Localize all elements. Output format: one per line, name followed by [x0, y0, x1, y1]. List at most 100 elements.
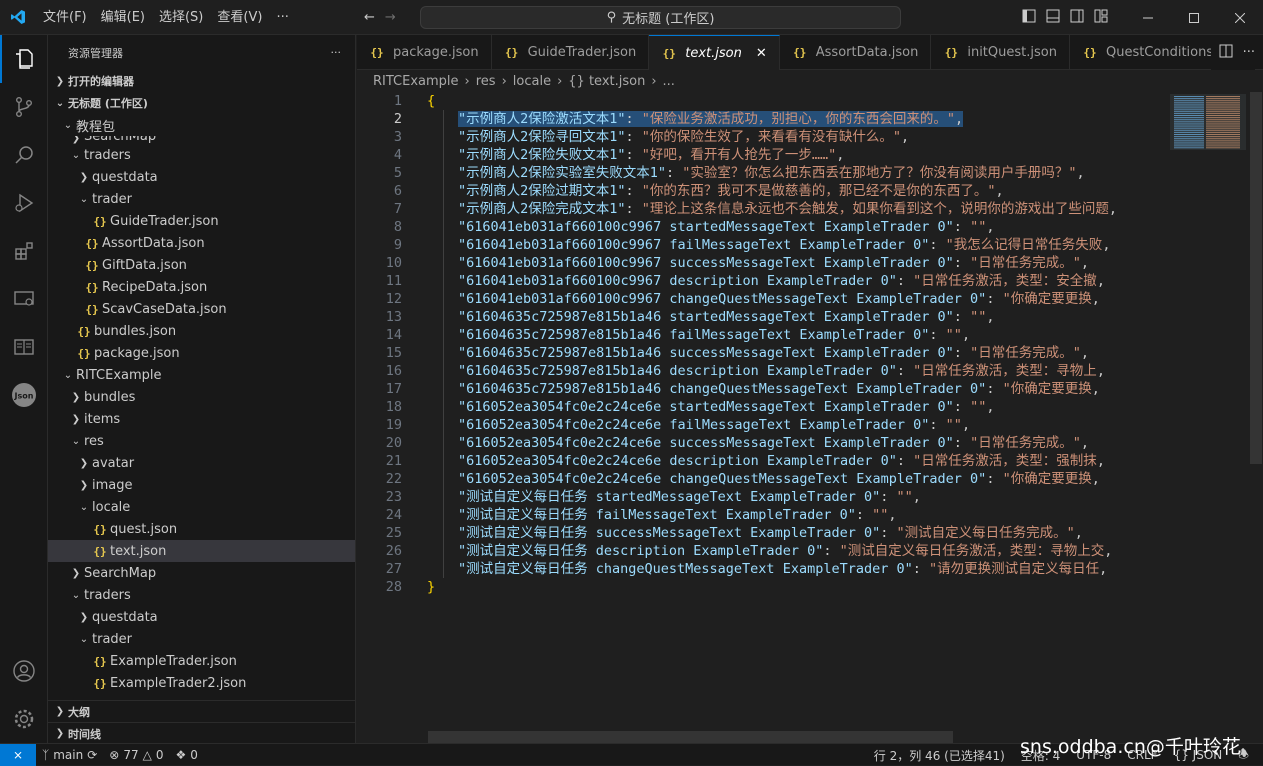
tab-label: AssortData.json [815, 45, 919, 60]
timeline-section[interactable]: ❯ 时间线 [48, 722, 355, 743]
remote-explorer-icon[interactable] [0, 275, 48, 323]
explorer-sidebar: 资源管理器 ··· ❯ 打开的编辑器 ⌄ 无标题 (工作区) ⌄ 教程包 ❯ Sear… [48, 35, 356, 743]
tree-folder-item[interactable]: ⌄ locale [48, 496, 355, 518]
open-editors-section[interactable]: ❯ 打开的编辑器 [48, 70, 355, 92]
tree-folder-item[interactable]: ⌄ 教程包 [48, 114, 355, 136]
close-tab-icon[interactable]: ✕ [756, 46, 767, 61]
tree-item-label: trader [92, 631, 133, 647]
tree-folder-item[interactable]: ⌄ trader [48, 628, 355, 650]
more-actions-icon[interactable]: ··· [331, 46, 342, 59]
close-window-icon[interactable] [1217, 0, 1263, 35]
remote-indicator-icon[interactable]: ⨯ [0, 743, 36, 766]
tree-folder-item[interactable]: ❯ items [48, 408, 355, 430]
references-icon[interactable] [0, 323, 48, 371]
tree-folder-item[interactable]: ❯ SearchMap [48, 562, 355, 584]
tree-file-item[interactable]: {} RecipeData.json [48, 276, 355, 298]
code-line: 27 "测试自定义每日任务 changeQuestMessageText Exam… [357, 560, 1157, 578]
code-editor[interactable]: 1{2 "示例商人2保险激活文本1": "保险业务激活成功，别担心，你的东西会回来… [357, 92, 1157, 743]
tree-file-item[interactable]: {} GuideTrader.json [48, 210, 355, 232]
tree-file-item[interactable]: {} quest.json [48, 518, 355, 540]
maximize-icon[interactable] [1171, 0, 1217, 35]
breadcrumb-item[interactable]: locale [513, 74, 551, 89]
tree-file-item[interactable]: {} ScavCaseData.json [48, 298, 355, 320]
warning-icon: △ [142, 747, 152, 762]
tree-folder-item[interactable]: ❯ questdata [48, 166, 355, 188]
breadcrumb-item[interactable]: {} text.json [568, 74, 645, 89]
tree-folder-item[interactable]: ⌄ res [48, 430, 355, 452]
tree-item-label: 教程包 [76, 119, 116, 135]
horizontal-scrollbar-thumb[interactable] [428, 731, 953, 743]
minimap-line [1174, 145, 1204, 147]
source-control-icon[interactable] [0, 83, 48, 131]
workspace-section[interactable]: ⌄ 无标题 (工作区) [48, 92, 355, 114]
tree-folder-item[interactable]: ⌄ traders [48, 144, 355, 166]
breadcrumb-item[interactable]: res [476, 74, 496, 89]
tree-folder-item[interactable]: ❯ avatar [48, 452, 355, 474]
more-actions-icon[interactable]: ··· [1243, 45, 1255, 60]
tree-file-item[interactable]: {} bundles.json [48, 320, 355, 342]
json-value: "测试自定义每日任务完成。" [896, 525, 1075, 541]
tree-item-label: GuideTrader.json [110, 213, 219, 229]
minimap-line [1206, 134, 1240, 135]
editor-tab[interactable]: {} package.json [357, 35, 492, 70]
account-icon[interactable] [0, 647, 48, 695]
tree-file-item[interactable]: {} ExampleTrader2.json [48, 672, 355, 694]
problems-status[interactable]: ⊗ 77 △ 0 [103, 744, 169, 766]
menu-item[interactable]: 查看(V) [210, 0, 269, 35]
forward-arrow-icon[interactable]: → [385, 10, 396, 25]
minimap-line [1206, 116, 1240, 118]
customize-layout-icon[interactable] [1094, 9, 1108, 27]
tree-file-item[interactable]: {} text.json [48, 540, 355, 562]
colon: : [929, 237, 946, 253]
comma: , [1104, 543, 1113, 559]
warning-count: 0 [155, 747, 164, 762]
editor-tab[interactable]: {} GuideTrader.json [492, 35, 650, 70]
tree-folder-item[interactable]: ⌄ RITCExample [48, 364, 355, 386]
editor-tab[interactable]: {} initQuest.json [931, 35, 1070, 70]
tree-folder-item[interactable]: ❯ image [48, 474, 355, 496]
code-content: { [427, 92, 435, 110]
breadcrumb-item[interactable]: ... [663, 74, 675, 89]
minimap-line [1206, 105, 1240, 107]
cursor-position[interactable]: 行 2，列 46 (已选择41) [868, 744, 1011, 766]
menu-item[interactable]: ··· [269, 0, 295, 35]
tree-item-label: ExampleTrader.json [110, 653, 237, 669]
branch-status[interactable]: ᛉ main ⟳ [36, 744, 103, 766]
menu-item[interactable]: 文件(F) [36, 0, 94, 35]
tree-file-item[interactable]: {} ExampleTrader.json [48, 650, 355, 672]
command-center[interactable]: ⚲ 无标题 (工作区) [420, 6, 901, 29]
minimap[interactable] [1168, 92, 1248, 152]
menu-item[interactable]: 选择(S) [152, 0, 210, 35]
search-icon[interactable] [0, 131, 48, 179]
json-entry: "测试自定义每日任务 successMessageText ExampleTra… [458, 525, 1083, 541]
tree-folder-item[interactable]: ❯ bundles [48, 386, 355, 408]
toggle-secondary-sidebar-icon[interactable] [1070, 9, 1084, 27]
ports-status[interactable]: ❖ 0 [169, 744, 203, 766]
run-debug-icon[interactable] [0, 179, 48, 227]
breadcrumb-item[interactable]: RITCExample [373, 74, 459, 89]
tree-folder-item[interactable]: ⌄ trader [48, 188, 355, 210]
outline-section[interactable]: ❯ 大纲 [48, 700, 355, 722]
minimize-icon[interactable] [1125, 0, 1171, 35]
json-file-icon: {} [793, 46, 807, 59]
tree-folder-item[interactable]: ❯ SearchMap [48, 136, 355, 144]
json-file-icon: {} [93, 522, 107, 536]
tree-file-item[interactable]: {} package.json [48, 342, 355, 364]
split-editor-icon[interactable] [1219, 44, 1233, 62]
vertical-scrollbar-thumb[interactable] [1250, 92, 1262, 464]
toggle-primary-sidebar-icon[interactable] [1022, 9, 1036, 27]
extensions-icon[interactable] [0, 227, 48, 275]
tree-file-item[interactable]: {} AssortData.json [48, 232, 355, 254]
explorer-icon[interactable] [0, 35, 48, 83]
tree-folder-item[interactable]: ⌄ traders [48, 584, 355, 606]
editor-tab[interactable]: {} AssortData.json [780, 35, 932, 70]
editor-tab[interactable]: {} text.json ✕ [649, 35, 780, 70]
tree-file-item[interactable]: {} GiftData.json [48, 254, 355, 276]
toggle-panel-icon[interactable] [1046, 9, 1060, 27]
json-extension-icon[interactable]: Json [0, 371, 48, 419]
menu-item[interactable]: 编辑(E) [94, 0, 152, 35]
timeline-label: 时间线 [68, 727, 101, 741]
back-arrow-icon[interactable]: ← [364, 10, 375, 25]
settings-gear-icon[interactable] [0, 695, 48, 743]
tree-folder-item[interactable]: ❯ questdata [48, 606, 355, 628]
